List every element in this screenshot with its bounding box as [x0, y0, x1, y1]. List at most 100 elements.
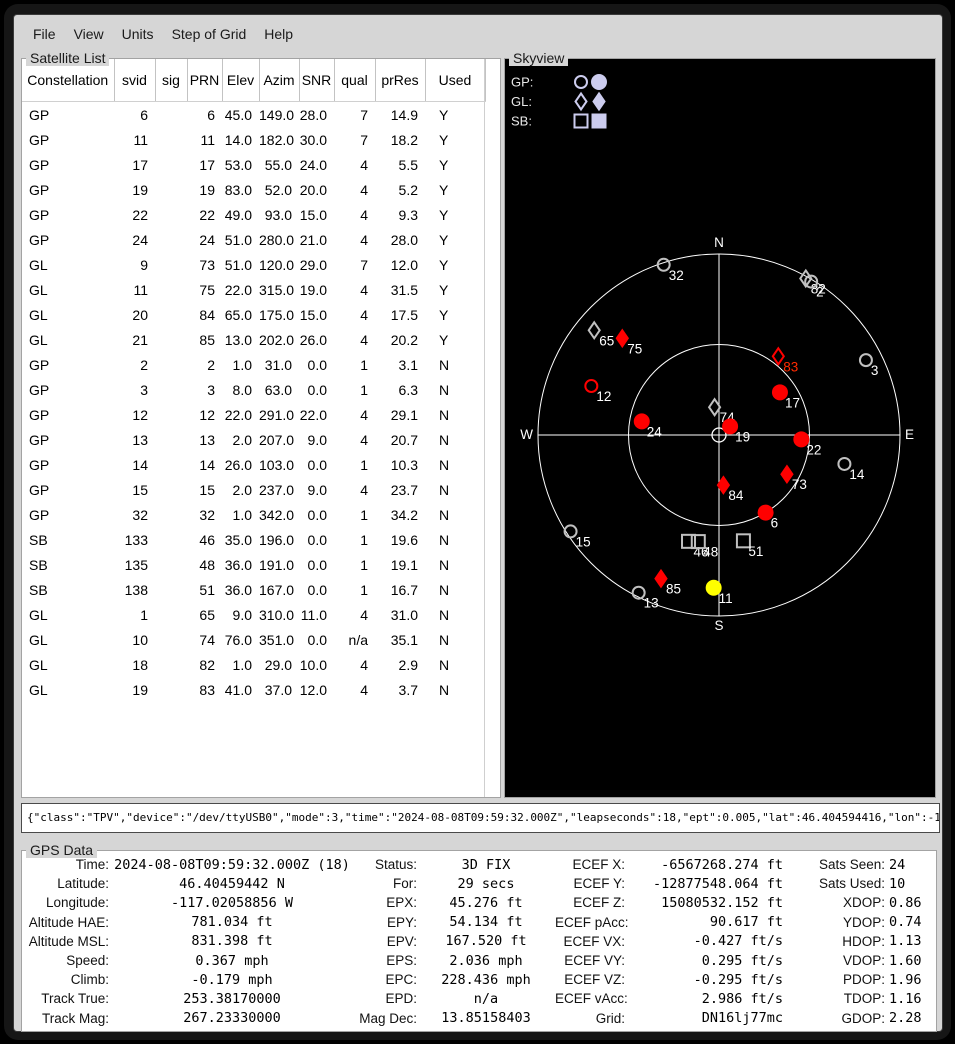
gps-label-pdop: PDOP:: [791, 972, 885, 987]
table-row[interactable]: GP121222.0291.022.0429.1N: [22, 402, 485, 427]
table-cell: 31.5: [375, 277, 425, 302]
table-cell: Y: [425, 277, 485, 302]
gps-label-latitude: Latitude:: [23, 876, 109, 891]
table-cell: 36.0: [222, 577, 259, 602]
table-row[interactable]: GP338.063.00.016.3N: [22, 377, 485, 402]
table-row[interactable]: GP6645.0149.028.0714.9Y: [22, 102, 485, 128]
table-row[interactable]: GP242451.0280.021.0428.0Y: [22, 227, 485, 252]
table-cell: 10: [114, 627, 155, 652]
table-row[interactable]: GL117522.0315.019.0431.5Y: [22, 277, 485, 302]
table-cell: 74: [187, 627, 222, 652]
table-cell: 11.0: [299, 602, 334, 627]
table-row[interactable]: SB1334635.0196.00.0119.6N: [22, 527, 485, 552]
menu-item-step-of-grid[interactable]: Step of Grid: [163, 21, 256, 47]
table-cell: 83.0: [222, 177, 259, 202]
table-cell: 13: [114, 427, 155, 452]
column-header-prres[interactable]: prRes: [375, 59, 425, 102]
table-row[interactable]: GL107476.0351.00.0n/a35.1N: [22, 627, 485, 652]
table-cell: 36.0: [222, 552, 259, 577]
table-cell: 149.0: [259, 102, 299, 128]
svg-text:3: 3: [871, 363, 879, 378]
table-row[interactable]: GP15152.0237.09.0423.7N: [22, 477, 485, 502]
svg-text:15: 15: [576, 534, 591, 549]
table-cell: N: [425, 477, 485, 502]
table-cell: 2.0: [222, 427, 259, 452]
gps-value-for: 29 secs: [417, 876, 555, 892]
gps-label-epd: EPD:: [355, 991, 417, 1006]
gps-value-ecef-z: 15080532.152 ft: [625, 895, 791, 911]
gps-label-ecef-vy: ECEF VY:: [555, 953, 625, 968]
table-cell: 17: [187, 152, 222, 177]
svg-text:SB:: SB:: [511, 114, 532, 129]
table-cell: 75: [187, 277, 222, 302]
table-row[interactable]: SB1354836.0191.00.0119.1N: [22, 552, 485, 577]
gps-label-epx: EPX:: [355, 895, 417, 910]
table-cell: 24.0: [299, 152, 334, 177]
table-row[interactable]: GL208465.0175.015.0417.5Y: [22, 302, 485, 327]
table-row[interactable]: GP32321.0342.00.0134.2N: [22, 502, 485, 527]
table-cell: [155, 527, 187, 552]
table-cell: 18.2: [375, 127, 425, 152]
table-cell: [155, 502, 187, 527]
satellite-table: ConstellationsvidsigPRNElevAzimSNRqualpr…: [22, 59, 486, 702]
table-row[interactable]: GP13132.0207.09.0420.7N: [22, 427, 485, 452]
table-cell: 6: [114, 102, 155, 128]
gps-value-epv: 167.520 ft: [417, 933, 555, 949]
table-cell: N: [425, 402, 485, 427]
table-row[interactable]: GP191983.052.020.045.2Y: [22, 177, 485, 202]
table-cell: [155, 427, 187, 452]
column-header-qual[interactable]: qual: [334, 59, 375, 102]
table-cell: 310.0: [259, 602, 299, 627]
column-header-prn[interactable]: PRN: [187, 59, 222, 102]
table-cell: 21.0: [299, 227, 334, 252]
menu-item-file[interactable]: File: [24, 21, 65, 47]
table-row[interactable]: GP141426.0103.00.0110.3N: [22, 452, 485, 477]
table-cell: 24: [114, 227, 155, 252]
table-cell: 6: [187, 102, 222, 128]
table-cell: 2.9: [375, 652, 425, 677]
table-cell: 0.0: [299, 502, 334, 527]
table-cell: GL: [22, 252, 114, 277]
table-cell: [155, 327, 187, 352]
table-row[interactable]: GP111114.0182.030.0718.2Y: [22, 127, 485, 152]
column-header-sig[interactable]: sig: [155, 59, 187, 102]
satellite-13: 13: [633, 587, 659, 611]
table-cell: 17.5: [375, 302, 425, 327]
table-row[interactable]: GP221.031.00.013.1N: [22, 352, 485, 377]
column-header-elev[interactable]: Elev: [222, 59, 259, 102]
table-row[interactable]: GL218513.0202.026.0420.2Y: [22, 327, 485, 352]
gps-label-sats-used: Sats Used:: [791, 876, 885, 891]
table-cell: 26.0: [222, 452, 259, 477]
table-cell: 4: [334, 277, 375, 302]
table-row[interactable]: GP222249.093.015.049.3Y: [22, 202, 485, 227]
column-header-snr[interactable]: SNR: [299, 59, 334, 102]
table-cell: 0.0: [299, 552, 334, 577]
table-cell: 19.6: [375, 527, 425, 552]
column-header-used[interactable]: Used: [425, 59, 485, 102]
table-row[interactable]: SB1385136.0167.00.0116.7N: [22, 577, 485, 602]
menu-item-help[interactable]: Help: [255, 21, 302, 47]
table-cell: 4: [334, 302, 375, 327]
satellite-65: 65: [589, 322, 615, 348]
svg-text:13: 13: [644, 596, 659, 611]
gps-label-ecef-pacc: ECEF pAcc:: [555, 915, 625, 930]
table-cell: 133: [114, 527, 155, 552]
column-header-svid[interactable]: svid: [114, 59, 155, 102]
menu-item-view[interactable]: View: [65, 21, 113, 47]
table-cell: [155, 477, 187, 502]
gps-label-epy: EPY:: [355, 915, 417, 930]
gps-label-sats-seen: Sats Seen:: [791, 857, 885, 872]
table-cell: 11: [114, 277, 155, 302]
table-row[interactable]: GP171753.055.024.045.5Y: [22, 152, 485, 177]
gps-value-epd: n/a: [417, 991, 555, 1007]
table-cell: GP: [22, 377, 114, 402]
table-cell: 9.0: [299, 427, 334, 452]
table-row[interactable]: GL198341.037.012.043.7N: [22, 677, 485, 702]
column-header-azim[interactable]: Azim: [259, 59, 299, 102]
table-cell: [155, 177, 187, 202]
table-row[interactable]: GL18821.029.010.042.9N: [22, 652, 485, 677]
table-row[interactable]: GL97351.0120.029.0712.0Y: [22, 252, 485, 277]
table-row[interactable]: GL1659.0310.011.0431.0N: [22, 602, 485, 627]
menu-item-units[interactable]: Units: [113, 21, 163, 47]
table-cell: SB: [22, 552, 114, 577]
